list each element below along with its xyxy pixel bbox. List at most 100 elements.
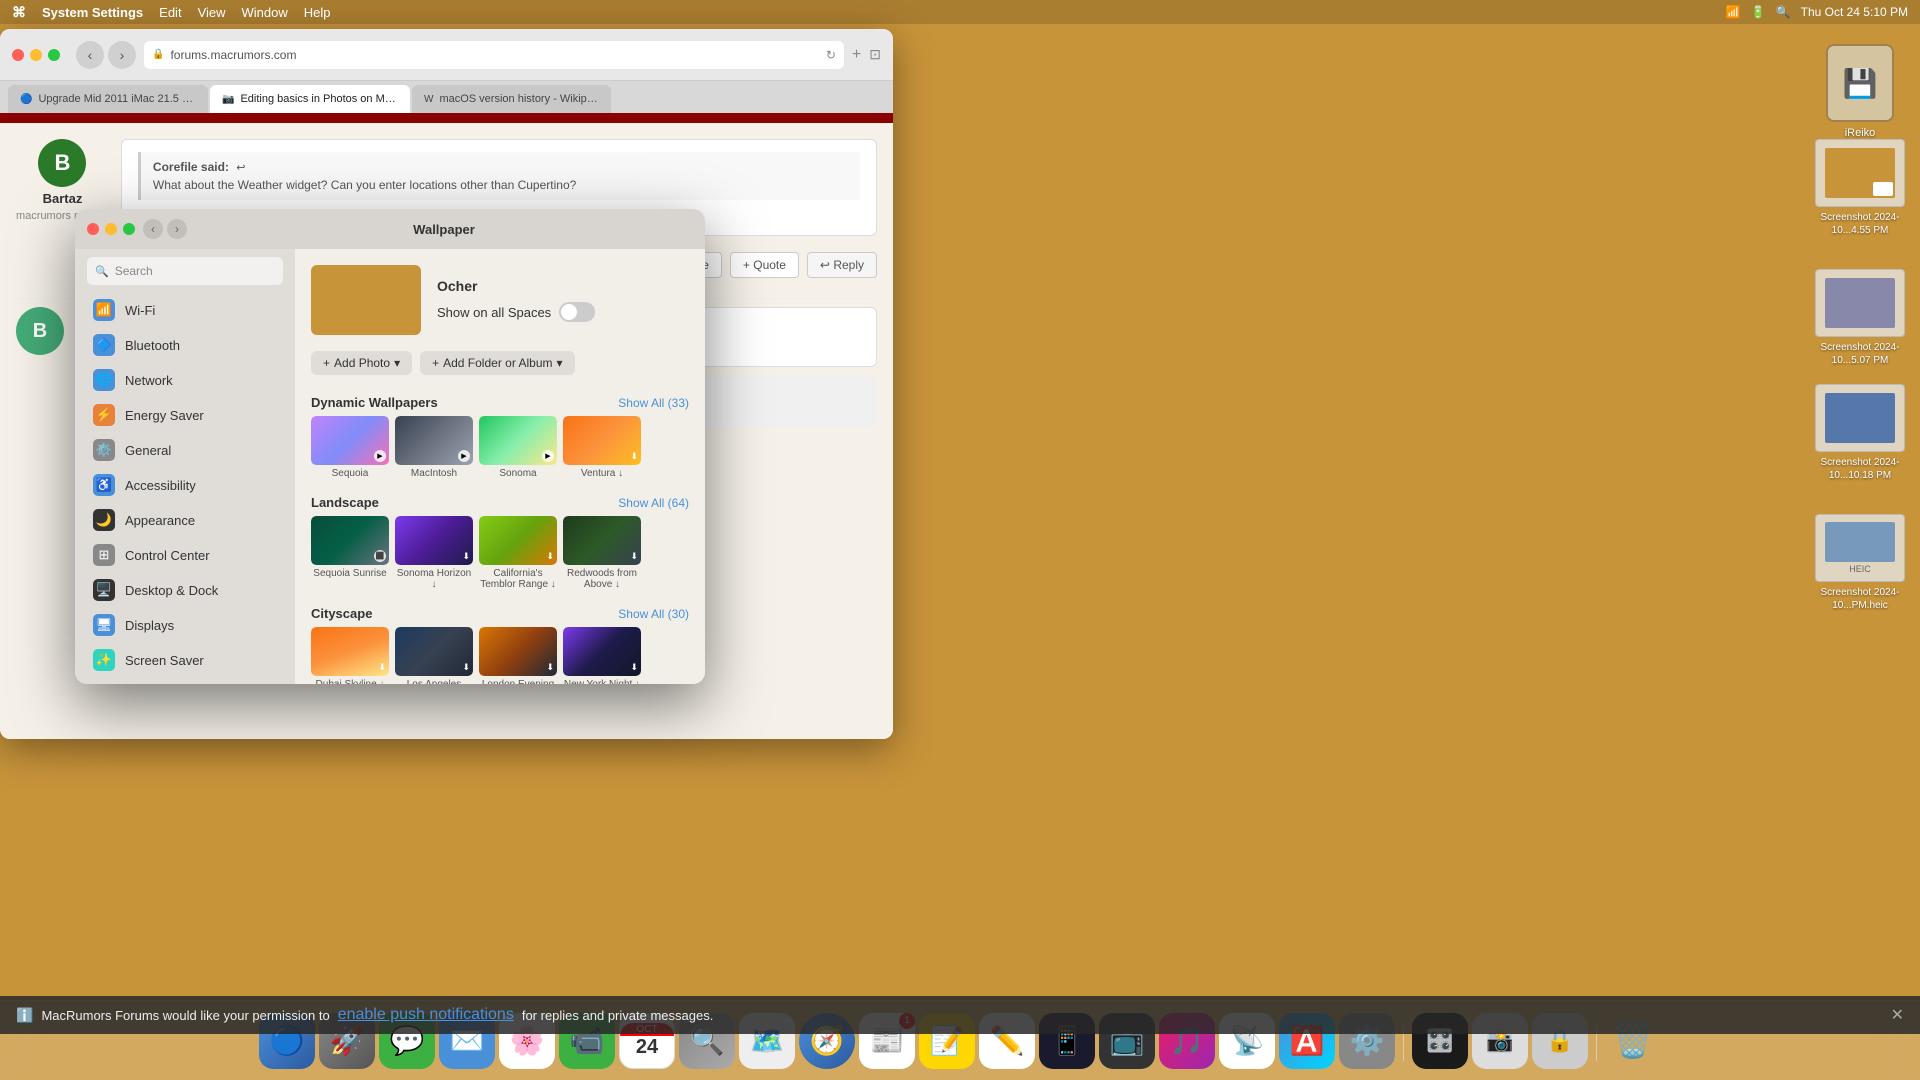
browser-tabs: 🔵 Upgrade Mid 2011 iMac 21.5 beyond High… xyxy=(0,81,893,113)
desktop-file-ireiko[interactable]: 💾 iReiko xyxy=(1820,44,1900,140)
browser-nav: ‹ › xyxy=(76,41,136,69)
apple-menu[interactable]: ⌘ xyxy=(12,4,26,21)
download-badge: ⬇ xyxy=(462,662,470,673)
minimize-button[interactable] xyxy=(30,49,42,61)
wifi-icon: 📶 xyxy=(1726,5,1741,19)
menubar-edit[interactable]: Edit xyxy=(159,5,181,20)
tabs-overview-button[interactable]: ⊡ xyxy=(869,46,881,63)
reply-button[interactable]: ↩ Reply xyxy=(807,252,877,278)
control-center-icon: ⊞ xyxy=(93,544,115,566)
wallpaper-thumb-california[interactable]: ⬇ California's Temblor Range ↓ xyxy=(479,516,557,590)
close-button[interactable] xyxy=(12,49,24,61)
wallpaper-thumb-sonoma[interactable]: ▶ Sonoma xyxy=(479,416,557,479)
reload-icon[interactable]: ↻ xyxy=(826,48,836,62)
thumb-label-sonoma: Sonoma xyxy=(479,468,557,479)
notification-close-button[interactable]: ✕ xyxy=(1891,1005,1904,1025)
desktop-file-screenshot1[interactable]: Screenshot 2024-10...4.55 PM xyxy=(1810,139,1910,237)
wallpaper-thumb-redwoods[interactable]: ⬇ Redwoods from Above ↓ xyxy=(563,516,641,590)
post-actions-undo[interactable]: ↩ xyxy=(236,162,245,174)
browser-tab-0[interactable]: 🔵 Upgrade Mid 2011 iMac 21.5 beyond High… xyxy=(8,85,208,113)
bluetooth-icon: 🔷 xyxy=(93,334,115,356)
sidebar-search[interactable]: 🔍 Search xyxy=(87,257,283,285)
forward-button[interactable]: › xyxy=(108,41,136,69)
wallpaper-name: Ocher xyxy=(437,278,689,294)
search-icon[interactable]: 🔍 xyxy=(1776,5,1791,19)
sidebar-item-screen-saver[interactable]: ✨ Screen Saver xyxy=(81,643,289,677)
show-on-spaces-toggle[interactable] xyxy=(559,302,595,322)
download-badge: ⬇ xyxy=(462,551,470,562)
dynamic-show-all-button[interactable]: Show All (33) xyxy=(618,396,689,410)
wallpaper-thumb-london[interactable]: ⬇ London Evening ↓ xyxy=(479,627,557,684)
settings-close-button[interactable] xyxy=(87,223,99,235)
sidebar-item-energy-saver[interactable]: ⚡ Energy Saver xyxy=(81,398,289,432)
add-photo-button[interactable]: + Add Photo ▾ xyxy=(311,351,412,375)
desktop-file-screenshot4[interactable]: HEIC Screenshot 2024-10...PM.heic xyxy=(1810,514,1910,612)
download-badge: ⬇ xyxy=(546,662,554,673)
url-text: forums.macrumors.com xyxy=(170,48,296,62)
settings-minimize-button[interactable] xyxy=(105,223,117,235)
play-badge: ▶ xyxy=(542,450,554,462)
menubar-app-name[interactable]: System Settings xyxy=(42,5,143,20)
wallpaper-thumb-sonoma-horizon[interactable]: ⬇ Sonoma Horizon ↓ xyxy=(395,516,473,590)
dynamic-section-header: Dynamic Wallpapers Show All (33) xyxy=(295,387,705,416)
cityscape-show-all-button[interactable]: Show All (30) xyxy=(618,607,689,621)
notification-link[interactable]: enable push notifications xyxy=(338,1006,514,1024)
wallpaper-thumb-newyork[interactable]: ⬇ New York Night ↓ xyxy=(563,627,641,684)
settings-maximize-button[interactable] xyxy=(123,223,135,235)
landscape-show-all-button[interactable]: Show All (64) xyxy=(618,496,689,510)
sidebar-item-network[interactable]: 🌐 Network xyxy=(81,363,289,397)
new-tab-button[interactable]: + xyxy=(852,46,861,64)
sidebar-item-accessibility[interactable]: ♿ Accessibility xyxy=(81,468,289,502)
back-button[interactable]: ‹ xyxy=(76,41,104,69)
sidebar-item-control-center[interactable]: ⊞ Control Center xyxy=(81,538,289,572)
notification-info-icon: ℹ️ xyxy=(16,1007,33,1024)
settings-back-button[interactable]: ‹ xyxy=(143,219,163,239)
thumb-label-la: Los Angeles Overpass ↓ xyxy=(395,679,473,684)
thumb-label-redwoods: Redwoods from Above ↓ xyxy=(563,568,641,590)
download-badge: ⬇ xyxy=(630,451,638,462)
browser-tab-1[interactable]: 📷 Editing basics in Photos on Mac - Appl… xyxy=(210,85,410,113)
sidebar-item-bluetooth[interactable]: 🔷 Bluetooth xyxy=(81,328,289,362)
thumb-label-london: London Evening ↓ xyxy=(479,679,557,684)
general-icon: ⚙️ xyxy=(93,439,115,461)
browser-tab-2[interactable]: W macOS version history - Wikipedia xyxy=(412,85,611,113)
sidebar-label-energy-saver: Energy Saver xyxy=(125,408,204,423)
desktop-file-screenshot3[interactable]: Screenshot 2024-10...10.18 PM xyxy=(1810,384,1910,482)
add-buttons-row: + Add Photo ▾ + Add Folder or Album ▾ xyxy=(295,351,705,387)
dynamic-wallpaper-grid: ▶ Sequoia ▶ MacIntosh ▶ Sonoma ⬇ Ventura… xyxy=(295,416,705,487)
thumb-label-ventura: Ventura ↓ xyxy=(563,468,641,479)
desktop-file-screenshot2[interactable]: Screenshot 2024-10...5.07 PM xyxy=(1810,269,1910,367)
maximize-button[interactable] xyxy=(48,49,60,61)
wallpaper-thumb-dubai[interactable]: ⬇ Dubai Skyline ↓ xyxy=(311,627,389,684)
sidebar-item-wifi[interactable]: 📶 Wi-Fi xyxy=(81,293,289,327)
browser-url-bar[interactable]: 🔒 forums.macrumors.com ↻ xyxy=(144,41,844,69)
wifi-icon: 📶 xyxy=(93,299,115,321)
wallpaper-thumb-la[interactable]: ⬇ Los Angeles Overpass ↓ xyxy=(395,627,473,684)
menubar-view[interactable]: View xyxy=(198,5,226,20)
settings-sidebar: 🔍 Search 📶 Wi-Fi 🔷 Bluetooth 🌐 Network ⚡… xyxy=(75,209,295,684)
sidebar-item-appearance[interactable]: 🌙 Appearance xyxy=(81,503,289,537)
menubar-window[interactable]: Window xyxy=(242,5,288,20)
sidebar-item-displays[interactable]: 🖥 Displays xyxy=(81,608,289,642)
sidebar-label-network: Network xyxy=(125,373,173,388)
wallpaper-thumb-sequoia-sunrise[interactable]: ⬛ Sequoia Sunrise xyxy=(311,516,389,590)
browser-titlebar: ‹ › 🔒 forums.macrumors.com ↻ + ⊡ xyxy=(0,29,893,81)
sidebar-item-siri[interactable]: 🎙️ Siri xyxy=(81,678,289,684)
wallpaper-thumb-macintosh[interactable]: ▶ MacIntosh xyxy=(395,416,473,479)
thumb-label-macintosh: MacIntosh xyxy=(395,468,473,479)
tab-favicon-1: 📷 xyxy=(222,94,234,105)
settings-forward-button[interactable]: › xyxy=(167,219,187,239)
tab-label-0: Upgrade Mid 2011 iMac 21.5 beyond High S… xyxy=(38,93,196,105)
sidebar-label-bluetooth: Bluetooth xyxy=(125,338,180,353)
wallpaper-thumb-ventura[interactable]: ⬇ Ventura ↓ xyxy=(563,416,641,479)
sidebar-item-general[interactable]: ⚙️ General xyxy=(81,433,289,467)
wallpaper-thumb-sequoia[interactable]: ▶ Sequoia xyxy=(311,416,389,479)
menubar-help[interactable]: Help xyxy=(304,5,331,20)
sidebar-item-desktop-dock[interactable]: 🖥️ Desktop & Dock xyxy=(81,573,289,607)
sidebar-label-desktop-dock: Desktop & Dock xyxy=(125,583,218,598)
appearance-icon: 🌙 xyxy=(93,509,115,531)
add-folder-icon: + xyxy=(432,356,439,370)
network-icon: 🌐 xyxy=(93,369,115,391)
add-folder-button[interactable]: + Add Folder or Album ▾ xyxy=(420,351,574,375)
quote-button[interactable]: + Quote xyxy=(730,252,799,278)
